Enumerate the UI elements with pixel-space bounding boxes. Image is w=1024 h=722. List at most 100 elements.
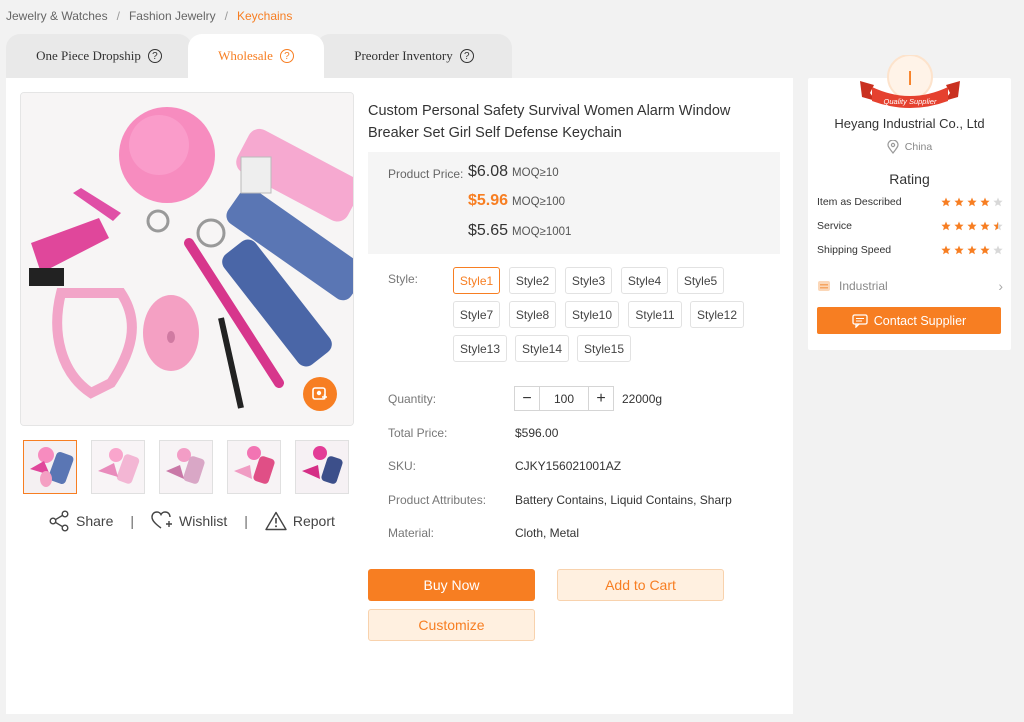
thumbnail[interactable]: [295, 440, 349, 494]
star-filled-icon: [980, 245, 990, 255]
rating-label: Shipping Speed: [817, 244, 892, 256]
report-button[interactable]: Report: [265, 511, 335, 531]
thumbnail[interactable]: [227, 440, 281, 494]
style-option[interactable]: Style10: [565, 301, 619, 328]
material-label: Material:: [388, 526, 435, 540]
style-option[interactable]: Style12: [690, 301, 744, 328]
decrement-button[interactable]: −: [515, 387, 539, 410]
image-search-button[interactable]: [303, 377, 337, 411]
style-option[interactable]: Style3: [565, 267, 612, 294]
thumbnail-image: [296, 441, 348, 493]
buy-now-button[interactable]: Buy Now: [368, 569, 535, 601]
supplier-category-link[interactable]: Industrial ›: [817, 278, 1003, 294]
style-option[interactable]: Style13: [453, 335, 507, 362]
help-icon[interactable]: ?: [459, 49, 474, 63]
customize-button[interactable]: Customize: [368, 609, 535, 641]
tier-moq: MOQ≥1001: [512, 226, 572, 238]
star-half-icon: [993, 221, 1003, 231]
rating-row: Shipping Speed: [817, 244, 1003, 256]
star-filled-icon: [941, 245, 951, 255]
breadcrumb-separator: /: [116, 9, 120, 23]
star-filled-icon: [980, 221, 990, 231]
style-option[interactable]: Style8: [509, 301, 556, 328]
style-option-selected[interactable]: Style1: [453, 267, 500, 294]
tab-wholesale[interactable]: Wholesale?: [188, 34, 324, 78]
contact-label: Contact Supplier: [873, 313, 967, 328]
star-rating: [941, 245, 1003, 255]
tab-one-piece-dropship[interactable]: One Piece Dropship?: [6, 34, 192, 78]
product-title: Custom Personal Safety Survival Women Al…: [368, 103, 731, 141]
star-empty-icon: [993, 197, 1003, 207]
total-price-label: Total Price:: [388, 426, 448, 440]
quantity-input[interactable]: [539, 387, 589, 410]
help-icon[interactable]: ?: [147, 49, 162, 63]
breadcrumb-current[interactable]: Keychains: [237, 9, 292, 23]
wishlist-label: Wishlist: [179, 513, 228, 529]
breadcrumb-link-fashion[interactable]: Fashion Jewelry: [129, 9, 216, 23]
total-price-value: $596.00: [515, 426, 559, 440]
divider: |: [130, 513, 134, 529]
price-tier: $6.08 MOQ≥10: [468, 163, 559, 181]
medal-text: Quality Supplier: [884, 97, 937, 106]
star-empty-icon: [993, 245, 1003, 255]
divider: |: [244, 513, 248, 529]
tier-moq: MOQ≥100: [512, 196, 566, 208]
breadcrumb-link-jewelry[interactable]: Jewelry & Watches: [6, 9, 108, 23]
star-filled-icon: [967, 221, 977, 231]
price-tier-box: Product Price: $6.08 MOQ≥10 $5.96 MOQ≥10…: [368, 152, 780, 254]
attributes-value: Battery Contains, Liquid Contains, Sharp: [515, 493, 732, 507]
style-option[interactable]: Style5: [677, 267, 724, 294]
main-product-image[interactable]: [20, 92, 354, 426]
gallery-actions: Share | Wishlist | Report: [48, 510, 335, 532]
contact-supplier-button[interactable]: Contact Supplier: [817, 307, 1001, 334]
quantity-stepper: − + 22000g: [514, 386, 662, 411]
star-filled-icon: [967, 245, 977, 255]
thumbnail[interactable]: [159, 440, 213, 494]
star-filled-icon: [954, 221, 964, 231]
chat-icon: [852, 313, 868, 328]
price-label: Product Price:: [388, 167, 464, 181]
thumbnail-image: [160, 441, 212, 493]
quantity-label: Quantity:: [388, 392, 437, 406]
rating-row: Item as Described: [817, 196, 1003, 208]
breadcrumb-separator: /: [224, 9, 228, 23]
tab-preorder-inventory[interactable]: Preorder Inventory?: [316, 34, 512, 78]
rating-label: Service: [817, 220, 853, 232]
share-icon: [49, 510, 69, 532]
tier-price: $5.96: [468, 192, 509, 209]
add-to-cart-button[interactable]: Add to Cart: [557, 569, 724, 601]
breadcrumb: Jewelry & Watches / Fashion Jewelry / Keycha…: [6, 9, 292, 23]
category-label: Industrial: [839, 279, 888, 293]
style-option[interactable]: Style15: [577, 335, 631, 362]
supplier-name[interactable]: Heyang Industrial Co., Ltd: [808, 116, 1011, 131]
thumbnail-image: [24, 441, 76, 493]
factory-icon: [818, 281, 830, 291]
thumbnail[interactable]: [23, 440, 77, 494]
thumbnail[interactable]: [91, 440, 145, 494]
style-option[interactable]: Style7: [453, 301, 500, 328]
country-label: China: [904, 141, 933, 153]
increment-button[interactable]: +: [589, 387, 613, 410]
image-search-icon: [312, 387, 327, 400]
tier-price: $6.08: [468, 163, 509, 180]
report-label: Report: [292, 513, 335, 529]
chevron-right-icon: ›: [998, 278, 1003, 294]
sku-value: CJKY156021001AZ: [515, 459, 622, 473]
star-filled-icon: [954, 197, 964, 207]
star-filled-icon: [980, 197, 990, 207]
share-button[interactable]: Share: [48, 510, 113, 532]
help-icon[interactable]: ?: [279, 49, 294, 63]
material-value: Cloth, Metal: [515, 526, 580, 540]
total-weight: 22000g: [622, 391, 663, 406]
style-option[interactable]: Style2: [509, 267, 556, 294]
tab-label: One Piece Dropship: [36, 48, 141, 63]
star-rating: [941, 221, 1003, 231]
star-filled-icon: [941, 221, 951, 231]
star-rating: [941, 197, 1003, 207]
style-option[interactable]: Style11: [628, 301, 682, 328]
wishlist-button[interactable]: Wishlist: [151, 511, 227, 531]
style-option[interactable]: Style14: [515, 335, 569, 362]
rating-label: Item as Described: [817, 196, 902, 208]
style-option[interactable]: Style4: [621, 267, 668, 294]
keychain-set-illustration: [21, 93, 353, 425]
